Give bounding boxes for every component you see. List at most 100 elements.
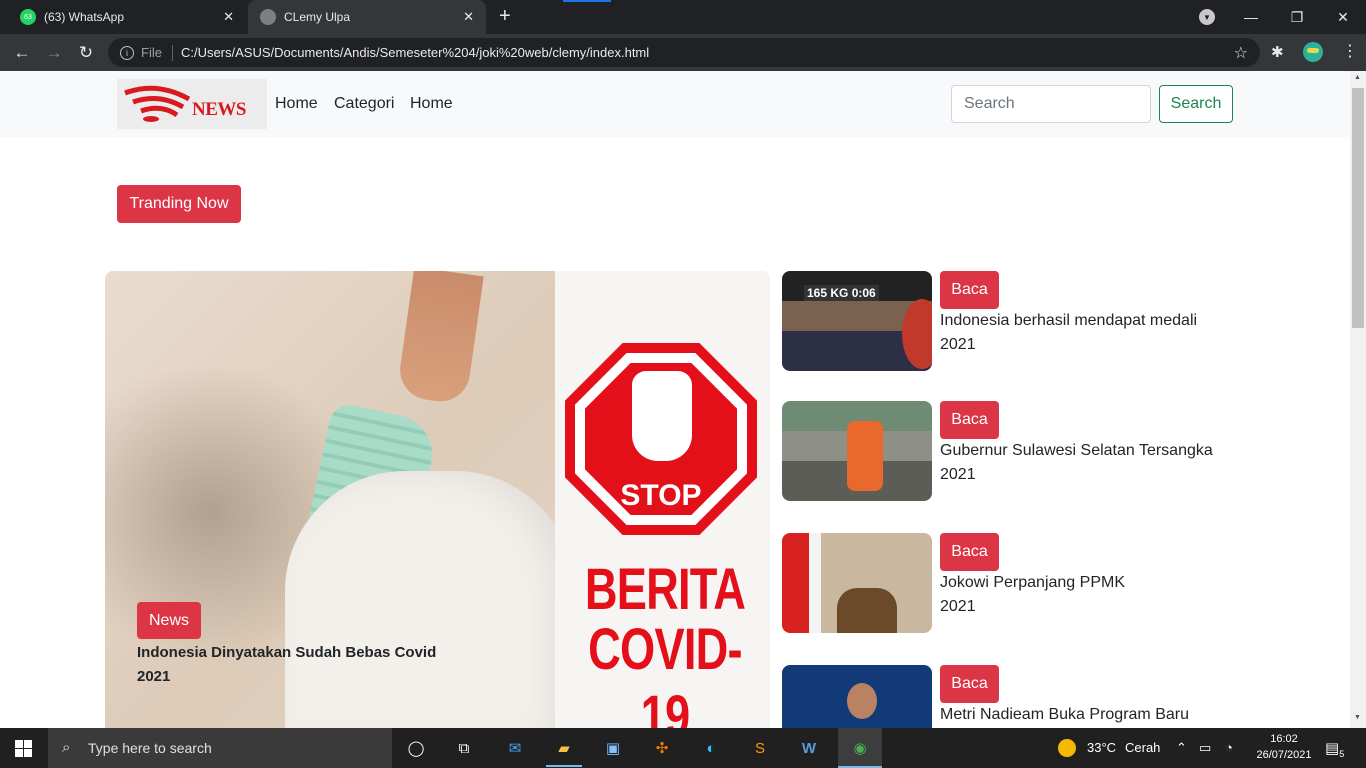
sublime-text-icon[interactable]: S xyxy=(748,736,772,760)
banner-word-berita: BERITA xyxy=(584,557,746,622)
clock-time: 16:02 xyxy=(1270,733,1298,745)
taskbar-clock[interactable]: 16:02 26/07/2021 xyxy=(1248,731,1320,763)
notification-icon[interactable]: ▤5 xyxy=(1325,739,1344,759)
reload-icon[interactable]: ↻ xyxy=(74,41,98,65)
tab-accent-bar xyxy=(563,0,611,2)
globe-icon xyxy=(260,9,276,25)
taskbar-search-placeholder: Type here to search xyxy=(88,740,212,756)
cortana-icon[interactable]: ◯ xyxy=(404,736,428,760)
sun-icon[interactable] xyxy=(1058,739,1076,757)
baca-button[interactable]: Baca xyxy=(940,533,999,571)
minimize-button[interactable]: — xyxy=(1228,0,1274,34)
baca-button[interactable]: Baca xyxy=(940,401,999,439)
side-article[interactable]: Baca Metri Nadieam Buka Program Baru xyxy=(782,665,1232,728)
minister-thumbnail[interactable] xyxy=(782,665,932,728)
scroll-down-icon[interactable]: ▼ xyxy=(1354,714,1361,721)
hero-article[interactable]: STOP BERITA COVID-19 News Indonesia Diny… xyxy=(105,271,770,728)
site-logo[interactable]: NEWS xyxy=(117,79,267,129)
extensions-icon[interactable]: ✱ xyxy=(1271,43,1284,61)
page-scrollbar[interactable]: ▲ ▼ xyxy=(1350,71,1366,728)
close-window-button[interactable]: ✕ xyxy=(1320,0,1366,34)
hand-image xyxy=(396,271,484,406)
word-icon[interactable]: W xyxy=(797,736,821,760)
back-icon[interactable]: ← xyxy=(10,41,34,65)
browser-tab-strip: 63 (63) WhatsApp ✕ CLemy Ulpa ✕ + ▼ — ❐ … xyxy=(0,0,1366,34)
nav-link-home[interactable]: Home xyxy=(275,95,318,113)
search-input[interactable] xyxy=(951,85,1151,123)
tab-title: (63) WhatsApp xyxy=(44,10,125,24)
trash-bin-image xyxy=(285,471,575,728)
edge-icon[interactable]: ◐ xyxy=(699,736,723,760)
baca-button[interactable]: Baca xyxy=(940,271,999,309)
side-article-year: 2021 xyxy=(940,466,976,483)
wifi-icon[interactable]: ◔ xyxy=(1225,740,1233,755)
side-article-text: Indonesia berhasil mendapat medali 2021 xyxy=(940,309,1230,357)
tab-title: CLemy Ulpa xyxy=(284,10,351,24)
side-article-text: Jokowi Perpanjang PPMK 2021 xyxy=(940,571,1230,619)
nav-link-categori[interactable]: Categori xyxy=(334,95,394,113)
hero-title[interactable]: Indonesia Dinyatakan Sudah Bebas Covid 2… xyxy=(137,641,467,689)
search-icon: ⌕ xyxy=(62,739,71,756)
side-article[interactable]: Baca Jokowi Perpanjang PPMK 2021 xyxy=(782,533,1232,633)
clock-date: 26/07/2021 xyxy=(1256,749,1312,761)
store-icon[interactable]: ▣ xyxy=(601,736,625,760)
mail-icon[interactable]: ✉ xyxy=(503,736,527,760)
windows-start-icon[interactable] xyxy=(15,740,32,757)
taskbar-search-box[interactable]: ⌕ Type here to search xyxy=(48,728,392,768)
side-article-year: 2021 xyxy=(940,336,976,353)
explorer-running-indicator xyxy=(546,765,582,767)
stop-text: STOP xyxy=(620,479,702,512)
side-article-title[interactable]: Indonesia berhasil mendapat medali xyxy=(940,309,1230,333)
tab-clemy-ulpa[interactable]: CLemy Ulpa ✕ xyxy=(248,0,486,34)
side-article[interactable]: Baca Gubernur Sulawesi Selatan Tersangka… xyxy=(782,401,1232,501)
weightlifting-thumbnail[interactable] xyxy=(782,271,932,371)
restore-button[interactable]: ❐ xyxy=(1274,0,1320,34)
trending-now-button[interactable]: Tranding Now xyxy=(117,185,241,223)
file-explorer-icon[interactable]: ▰ xyxy=(552,736,576,760)
bookmark-star-icon[interactable]: ☆ xyxy=(1234,43,1248,63)
news-tag-button[interactable]: News xyxy=(137,602,201,639)
notification-count: 5 xyxy=(1339,749,1345,759)
side-article-text: Metri Nadieam Buka Program Baru xyxy=(940,703,1230,727)
search-button[interactable]: Search xyxy=(1159,85,1233,123)
side-article-title[interactable]: Jokowi Perpanjang PPMK xyxy=(940,571,1230,595)
profile-avatar[interactable] xyxy=(1303,42,1323,62)
close-tab-icon[interactable]: ✕ xyxy=(223,9,234,25)
chevron-up-icon[interactable]: ⌃ xyxy=(1176,740,1187,756)
scroll-up-icon[interactable]: ▲ xyxy=(1354,74,1361,81)
weather-text[interactable]: Cerah xyxy=(1125,740,1160,755)
baca-button[interactable]: Baca xyxy=(940,665,999,703)
divider xyxy=(171,44,173,61)
side-article-title[interactable]: Gubernur Sulawesi Selatan Tersangka xyxy=(940,439,1230,463)
tab-whatsapp[interactable]: 63 (63) WhatsApp ✕ xyxy=(8,0,246,34)
chrome-icon: ◉ xyxy=(853,740,867,757)
address-bar[interactable]: i File C:/Users/ASUS/Documents/Andis/Sem… xyxy=(108,38,1260,67)
new-tab-button[interactable]: + xyxy=(499,5,511,28)
tab-search-icon[interactable]: ▼ xyxy=(1199,9,1215,25)
battery-icon[interactable]: ▭ xyxy=(1199,740,1211,756)
menu-kebab-icon[interactable]: ⋮ xyxy=(1342,41,1358,61)
scrollbar-thumb[interactable] xyxy=(1352,88,1364,328)
side-article-title[interactable]: Metri Nadieam Buka Program Baru xyxy=(940,703,1230,727)
weather-temp[interactable]: 33°C xyxy=(1087,740,1116,755)
nav-link-home-2[interactable]: Home xyxy=(410,95,453,113)
url-text[interactable]: C:/Users/ASUS/Documents/Andis/Semeseter%… xyxy=(181,45,649,60)
info-icon[interactable]: i xyxy=(120,45,134,60)
logo-text: NEWS xyxy=(192,99,246,120)
side-article-year: 2021 xyxy=(940,598,976,615)
task-view-icon[interactable]: ⧉ xyxy=(452,736,476,760)
whatsapp-icon: 63 xyxy=(20,9,36,25)
banner-word-covid: COVID-19 xyxy=(588,617,742,728)
browser-toolbar: ← → ↻ i File C:/Users/ASUS/Documents/And… xyxy=(0,34,1366,71)
windows-taskbar: ⌕ Type here to search ◯ ⧉ ✉ ▰ ▣ ✣ ◐ S W … xyxy=(0,728,1366,768)
xampp-icon[interactable]: ✣ xyxy=(650,736,674,760)
site-navbar: NEWS Home Categori Home Search xyxy=(0,71,1350,137)
side-article[interactable]: Baca Indonesia berhasil mendapat medali … xyxy=(782,271,1232,371)
president-thumbnail[interactable] xyxy=(782,533,932,633)
close-tab-icon[interactable]: ✕ xyxy=(463,9,474,25)
arrest-thumbnail[interactable] xyxy=(782,401,932,501)
hand-stop-icon xyxy=(632,371,692,461)
forward-icon[interactable]: → xyxy=(42,41,66,65)
url-scheme: File xyxy=(141,45,162,60)
side-article-text: Gubernur Sulawesi Selatan Tersangka 2021 xyxy=(940,439,1230,487)
